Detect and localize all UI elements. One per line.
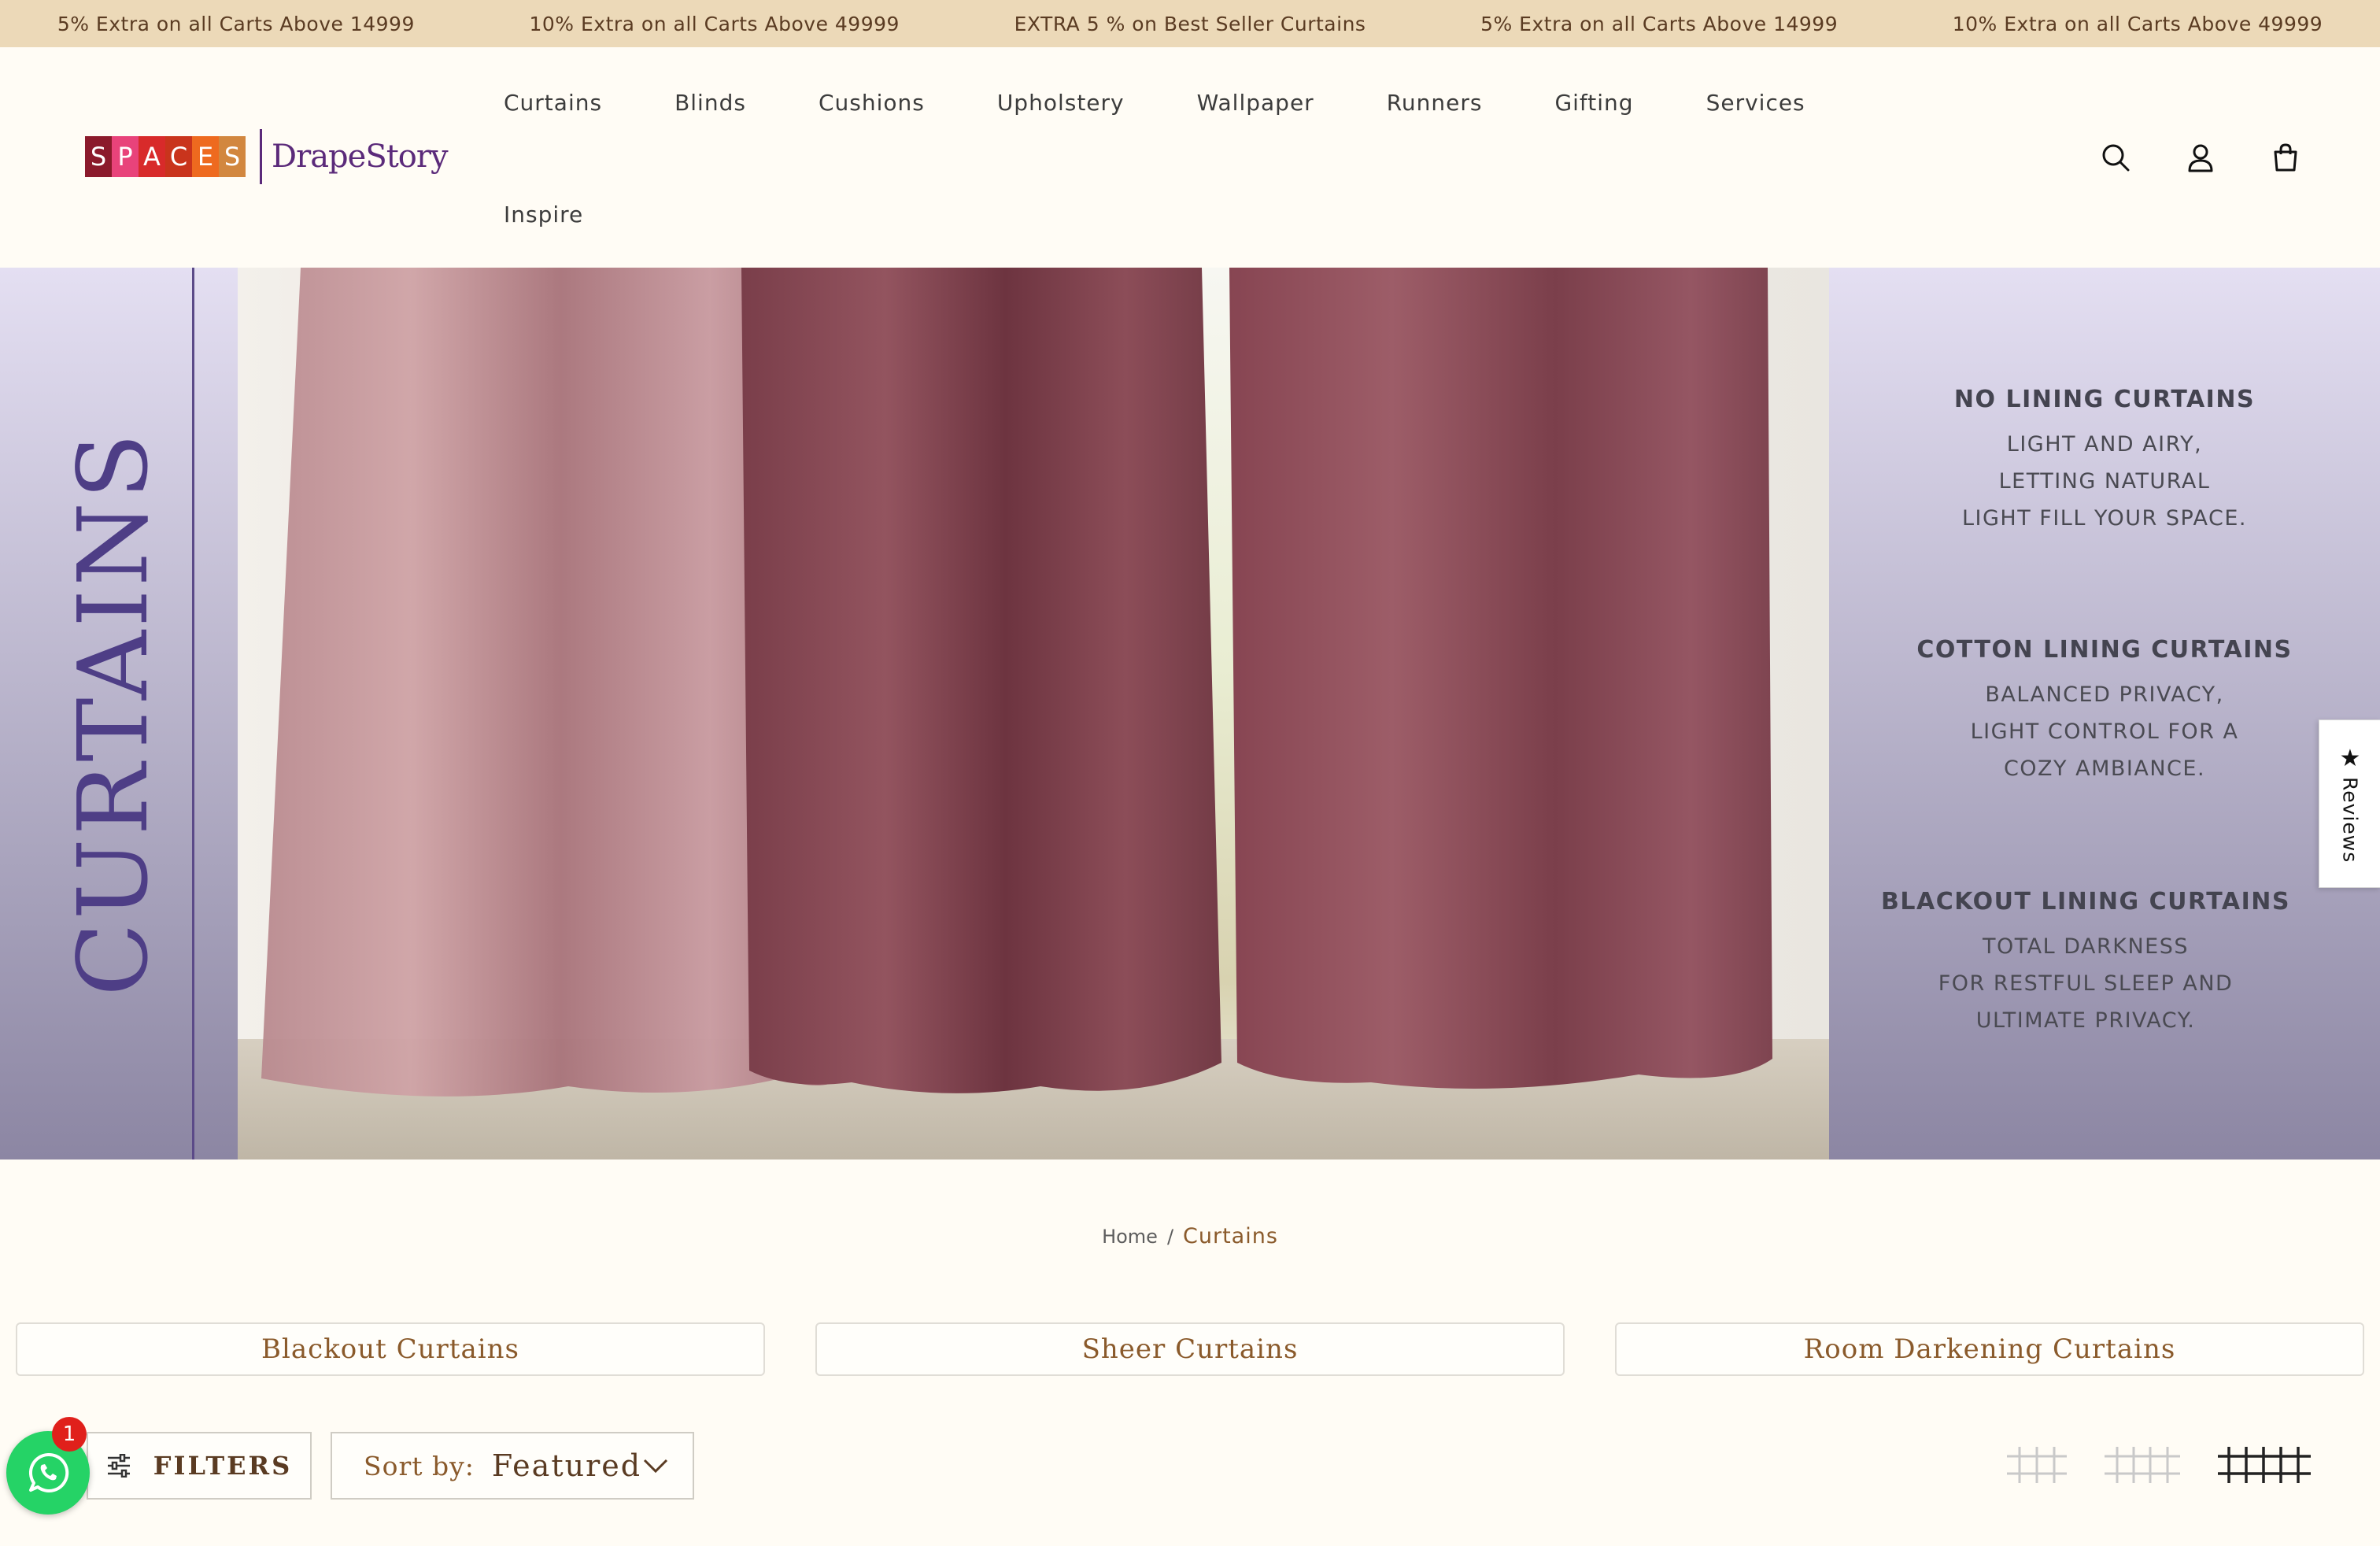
feature-text: LIGHT AND AIRY, LETTING NATURAL LIGHT FI… — [1961, 432, 2248, 531]
announcement-bar: 5% Extra on all Carts Above 14999 10% Ex… — [0, 0, 2380, 47]
nav-item-wallpaper[interactable]: Wallpaper — [1197, 90, 1314, 116]
main-navigation: Curtains Blinds Cushions Upholstery Wall… — [504, 79, 1842, 238]
nav-row: Inspire — [504, 190, 1842, 238]
logo-letter: E — [192, 136, 219, 177]
subcategory-blackout-curtains[interactable]: Blackout Curtains — [16, 1322, 765, 1376]
feature-no-lining: NO LINING CURTAINS LIGHT AND AIRY, LETTI… — [1829, 386, 2380, 537]
site-logo[interactable]: S P A C E S DrapeStory — [85, 129, 449, 184]
feature-heading: BLACKOUT LINING CURTAINS — [1881, 888, 2290, 915]
nav-row: Curtains Blinds Cushions Upholstery Wall… — [504, 79, 1842, 126]
grid-4-icon[interactable] — [2218, 1447, 2311, 1483]
cart-icon[interactable] — [2270, 142, 2301, 173]
filter-sliders-icon — [107, 1454, 130, 1478]
feature-cotton-lining: COTTON LINING CURTAINS BALANCED PRIVACY,… — [1829, 636, 2380, 787]
star-icon: ★ — [2339, 744, 2361, 772]
announcement-item: 5% Extra on all Carts Above 14999 — [57, 12, 415, 35]
nav-item-services[interactable]: Services — [1706, 90, 1805, 116]
hero-divider — [192, 268, 194, 1160]
feature-text: BALANCED PRIVACY, LIGHT CONTROL FOR A CO… — [1970, 682, 2239, 781]
whatsapp-icon — [28, 1452, 69, 1492]
nav-item-inspire[interactable]: Inspire — [504, 202, 583, 227]
breadcrumb-separator: / — [1166, 1226, 1174, 1248]
filters-button[interactable]: FILTERS — [87, 1432, 312, 1500]
reviews-label: Reviews — [2338, 776, 2362, 864]
grid-3-icon[interactable] — [2105, 1447, 2180, 1483]
announcement-item: 10% Extra on all Carts Above 49999 — [529, 12, 900, 35]
subcategory-room-darkening-curtains[interactable]: Room Darkening Curtains — [1615, 1322, 2364, 1376]
feature-heading: NO LINING CURTAINS — [1953, 386, 2256, 413]
feature-text: TOTAL DARKNESS FOR RESTFUL SLEEP AND ULT… — [1938, 934, 2234, 1033]
chevron-down-icon — [643, 1459, 668, 1474]
spaces-logo: S P A C E S — [85, 136, 246, 177]
reviews-tab[interactable]: ★ Reviews — [2319, 719, 2380, 888]
grid-view-toggles — [2007, 1447, 2311, 1483]
breadcrumb: Home / Curtains — [0, 1224, 2380, 1248]
grid-2-icon[interactable] — [2007, 1447, 2067, 1483]
announcement-item: EXTRA 5 % on Best Seller Curtains — [1014, 12, 1366, 35]
header-actions — [2100, 142, 2301, 173]
hero-features-panel: NO LINING CURTAINS LIGHT AND AIRY, LETTI… — [1829, 268, 2380, 1160]
logo-letter: P — [112, 136, 139, 177]
notification-badge: 1 — [52, 1417, 87, 1452]
feature-heading: COTTON LINING CURTAINS — [1916, 636, 2293, 664]
logo-letter: S — [219, 136, 246, 177]
nav-item-upholstery[interactable]: Upholstery — [997, 90, 1125, 116]
nav-item-blinds[interactable]: Blinds — [674, 90, 746, 116]
nav-item-gifting[interactable]: Gifting — [1554, 90, 1633, 116]
breadcrumb-current: Curtains — [1183, 1224, 1278, 1248]
sort-value: Featured — [491, 1448, 642, 1483]
logo-divider — [260, 129, 262, 184]
filters-label: FILTERS — [153, 1451, 293, 1481]
subcategory-links: Blackout Curtains Sheer Curtains Room Da… — [16, 1322, 2364, 1376]
brand-name: DrapeStory — [272, 139, 449, 175]
logo-letter: S — [85, 136, 112, 177]
sort-dropdown[interactable]: Sort by: Featured — [331, 1432, 694, 1500]
hero-curtains-image — [238, 268, 1829, 1160]
search-icon[interactable] — [2100, 142, 2131, 173]
nav-item-runners[interactable]: Runners — [1387, 90, 1483, 116]
announcement-item: 5% Extra on all Carts Above 14999 — [1480, 12, 1839, 35]
sort-label: Sort by: — [364, 1450, 475, 1481]
curtain-panels — [261, 268, 1772, 1097]
announcement-item: 10% Extra on all Carts Above 49999 — [1952, 12, 2323, 35]
site-header: S P A C E S DrapeStory Curtains Blinds C… — [0, 47, 2380, 268]
feature-blackout-lining: BLACKOUT LINING CURTAINS TOTAL DARKNESS … — [1810, 888, 2361, 1039]
nav-item-cushions[interactable]: Cushions — [819, 90, 925, 116]
hero-banner[interactable]: CURTAINS NO LINING CURTAINS LIGHT AND AI… — [0, 268, 2380, 1160]
breadcrumb-home[interactable]: Home — [1102, 1226, 1158, 1248]
subcategory-sheer-curtains[interactable]: Sheer Curtains — [815, 1322, 1565, 1376]
hero-title-panel: CURTAINS — [0, 268, 236, 1160]
account-icon[interactable] — [2185, 142, 2216, 173]
logo-letter: C — [165, 136, 192, 177]
hero-title: CURTAINS — [57, 430, 169, 997]
logo-letter: A — [139, 136, 165, 177]
nav-item-curtains[interactable]: Curtains — [504, 90, 602, 116]
